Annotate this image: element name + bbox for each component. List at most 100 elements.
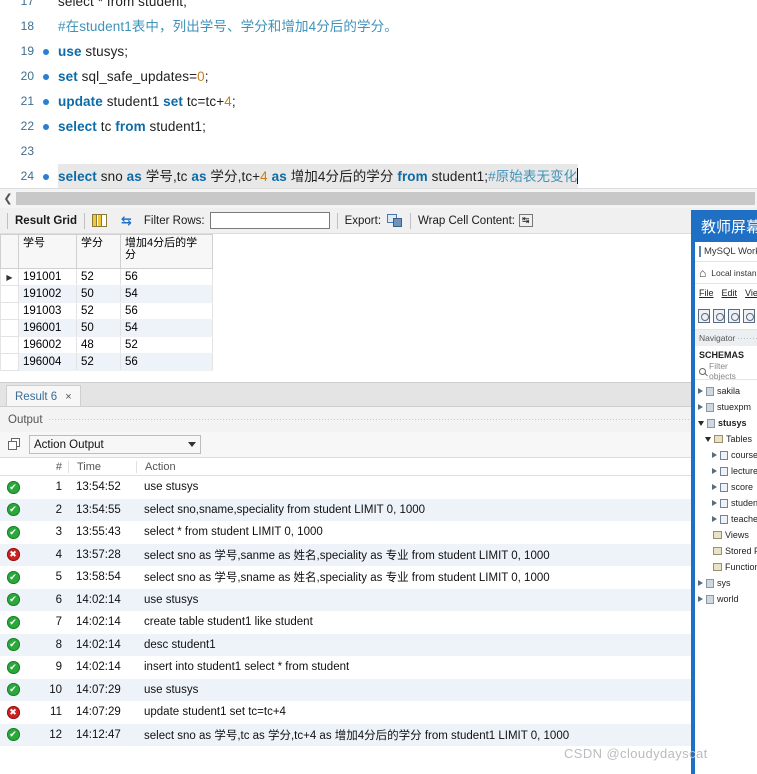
table-cell[interactable]: 54 (120, 319, 213, 337)
chevron-right-icon[interactable] (698, 580, 703, 586)
menu-item-view[interactable]: View (745, 288, 757, 298)
tree-node-teacher[interactable]: teacher (695, 511, 757, 527)
action-log[interactable]: ✔ 1 13:54:52 use stusys ✔ 2 13:54:55 select sno… (0, 476, 757, 748)
refresh-icon[interactable]: ⇆ (121, 213, 132, 229)
table-cell[interactable]: 52 (120, 336, 213, 354)
chevron-right-icon[interactable] (712, 516, 717, 522)
filter-rows-input[interactable] (209, 212, 330, 229)
open-script-icon[interactable] (713, 308, 725, 323)
home-icon[interactable]: ⌂ (699, 266, 706, 280)
output-type-select[interactable]: Action Output (29, 435, 201, 454)
chevron-down-icon[interactable] (698, 420, 704, 426)
table-cell[interactable]: 52 (76, 302, 121, 320)
action-log-row[interactable]: ✔ 12 14:12:47 select sno as 学号,tc as 学分,tc+… (0, 723, 757, 746)
code-line[interactable]: 20 set sql_safe_updates=0; (0, 64, 757, 89)
menu-item-edit[interactable]: Edit (722, 288, 738, 298)
result-grid[interactable]: 学号 学分 增加4分后的学分 ▶ 191001 52 56 191002 50 54 191003… (0, 234, 757, 379)
wrap-icon[interactable]: ↹ (518, 214, 533, 227)
tree-node-world[interactable]: world (695, 591, 757, 607)
table-cell[interactable]: 52 (76, 353, 121, 371)
action-log-row[interactable]: ✔ 9 14:02:14 insert into student1 select * … (0, 656, 757, 679)
chevron-right-icon[interactable] (712, 500, 717, 506)
chevron-right-icon[interactable] (698, 404, 703, 410)
tree-node-functions[interactable]: Functions (695, 559, 757, 575)
table-cell[interactable]: 52 (76, 268, 121, 286)
table-cell[interactable]: 56 (120, 353, 213, 371)
code-line[interactable]: 24 select sno as 学号,tc as 学分,tc+4 as 增加4分… (0, 164, 757, 188)
code-line[interactable]: 18 #在student1表中，列出学号、学分和增加4分后的学分。 (0, 14, 757, 39)
table-cell[interactable]: 48 (76, 336, 121, 354)
table-cell[interactable]: 56 (120, 268, 213, 286)
code-line[interactable]: 19 use stusys; (0, 39, 757, 64)
row-selector-cell[interactable] (0, 302, 19, 320)
tree-node-stusys[interactable]: stusys (695, 415, 757, 431)
table-cell[interactable]: 191003 (18, 302, 77, 320)
code-line[interactable]: 23 (0, 139, 757, 164)
table-row[interactable]: ▶ 191001 52 56 (0, 268, 213, 286)
tree-node-tables[interactable]: Tables (695, 431, 757, 447)
sql-editor[interactable]: 17 select * from student; 18 #在student1表中… (0, 0, 757, 188)
code-line[interactable]: 21 update student1 set tc=tc+4; (0, 89, 757, 114)
table-cell[interactable]: 50 (76, 319, 121, 337)
table-row[interactable]: 191003 52 56 (0, 302, 213, 320)
code-line-cut[interactable]: 17 select * from student; (0, 0, 757, 14)
action-log-row[interactable]: ✔ 8 14:02:14 desc student1 (0, 633, 757, 656)
table-cell[interactable]: 196004 (18, 353, 77, 371)
table-row[interactable]: 196004 52 56 (0, 353, 213, 371)
action-log-row[interactable]: ✖ 4 13:57:28 select sno as 学号,sanme as 姓名,s… (0, 543, 757, 566)
result-tab-6[interactable]: Result 6 × (6, 385, 81, 407)
chevron-right-icon[interactable] (712, 484, 717, 490)
table-cell[interactable]: 50 (76, 285, 121, 303)
overlay-menu-bar[interactable]: File Edit View (695, 284, 757, 302)
action-log-row[interactable]: ✔ 3 13:55:43 select * from student LIMIT 0,… (0, 521, 757, 544)
action-log-row[interactable]: ✔ 10 14:07:29 use stusys (0, 678, 757, 701)
table-cell[interactable]: 54 (120, 285, 213, 303)
action-log-row[interactable]: ✔ 6 14:02:14 use stusys (0, 588, 757, 611)
tree-node-student[interactable]: student (695, 495, 757, 511)
tree-node-views[interactable]: Views (695, 527, 757, 543)
chevron-down-icon[interactable] (188, 442, 196, 447)
chevron-right-icon[interactable] (712, 452, 717, 458)
menu-item-file[interactable]: File (699, 288, 714, 298)
table-cell[interactable]: 196002 (18, 336, 77, 354)
scrollbar-thumb[interactable] (16, 192, 755, 205)
tree-node-sakila[interactable]: sakila (695, 383, 757, 399)
tree-node-stored-pro[interactable]: Stored Pro (695, 543, 757, 559)
table-cell[interactable]: 196001 (18, 319, 77, 337)
table-row[interactable]: 196001 50 54 (0, 319, 213, 337)
close-icon[interactable]: × (65, 391, 71, 403)
row-selector-cell[interactable] (0, 319, 19, 337)
chevron-right-icon[interactable] (712, 468, 717, 474)
column-header[interactable]: 学号 (18, 234, 77, 269)
row-selector-cell[interactable] (0, 285, 19, 303)
editor-horizontal-scrollbar[interactable]: ❮ (0, 188, 757, 208)
new-query-icon[interactable] (698, 308, 710, 323)
tree-node-course[interactable]: course (695, 447, 757, 463)
overlay-connection-tab[interactable]: ⌂ Local instan (695, 262, 757, 284)
action-log-row[interactable]: ✔ 1 13:54:52 use stusys (0, 476, 757, 499)
table-row[interactable]: 196002 48 52 (0, 336, 213, 354)
action-log-row[interactable]: ✔ 2 13:54:55 select sno,sname,speciality fr… (0, 498, 757, 521)
code-line[interactable]: 22 select tc from student1; (0, 114, 757, 139)
save-script-icon[interactable] (728, 308, 740, 323)
table-row[interactable]: 191002 50 54 (0, 285, 213, 303)
chevron-right-icon[interactable] (698, 388, 703, 394)
tree-node-lecture[interactable]: lecture (695, 463, 757, 479)
tree-node-sys[interactable]: sys (695, 575, 757, 591)
tree-node-stuexpm[interactable]: stuexpm (695, 399, 757, 415)
overlay-toolbar[interactable] (695, 302, 757, 330)
table-cell[interactable]: 191002 (18, 285, 77, 303)
grid-icon[interactable] (91, 214, 107, 227)
action-log-row[interactable]: ✖ 11 14:07:29 update student1 set tc=tc+4 (0, 701, 757, 724)
chevron-down-icon[interactable] (705, 436, 711, 442)
action-log-row[interactable]: ✔ 7 14:02:14 create table student1 like stu… (0, 611, 757, 634)
row-selector-cell[interactable] (0, 336, 19, 354)
chevron-right-icon[interactable] (698, 596, 703, 602)
filter-objects-input[interactable]: Filter objects (695, 361, 757, 381)
table-cell[interactable]: 191001 (18, 268, 77, 286)
column-header[interactable]: 学分 (76, 234, 121, 269)
action-log-row[interactable]: ✔ 5 13:58:54 select sno as 学号,sname as 姓名,s… (0, 566, 757, 589)
teacher-screen-overlay-window[interactable]: 教师屏幕 MySQL Workbe ⌂ Local instan File Edi… (691, 210, 757, 774)
tree-node-score[interactable]: score (695, 479, 757, 495)
row-selector-cell[interactable] (0, 353, 19, 371)
